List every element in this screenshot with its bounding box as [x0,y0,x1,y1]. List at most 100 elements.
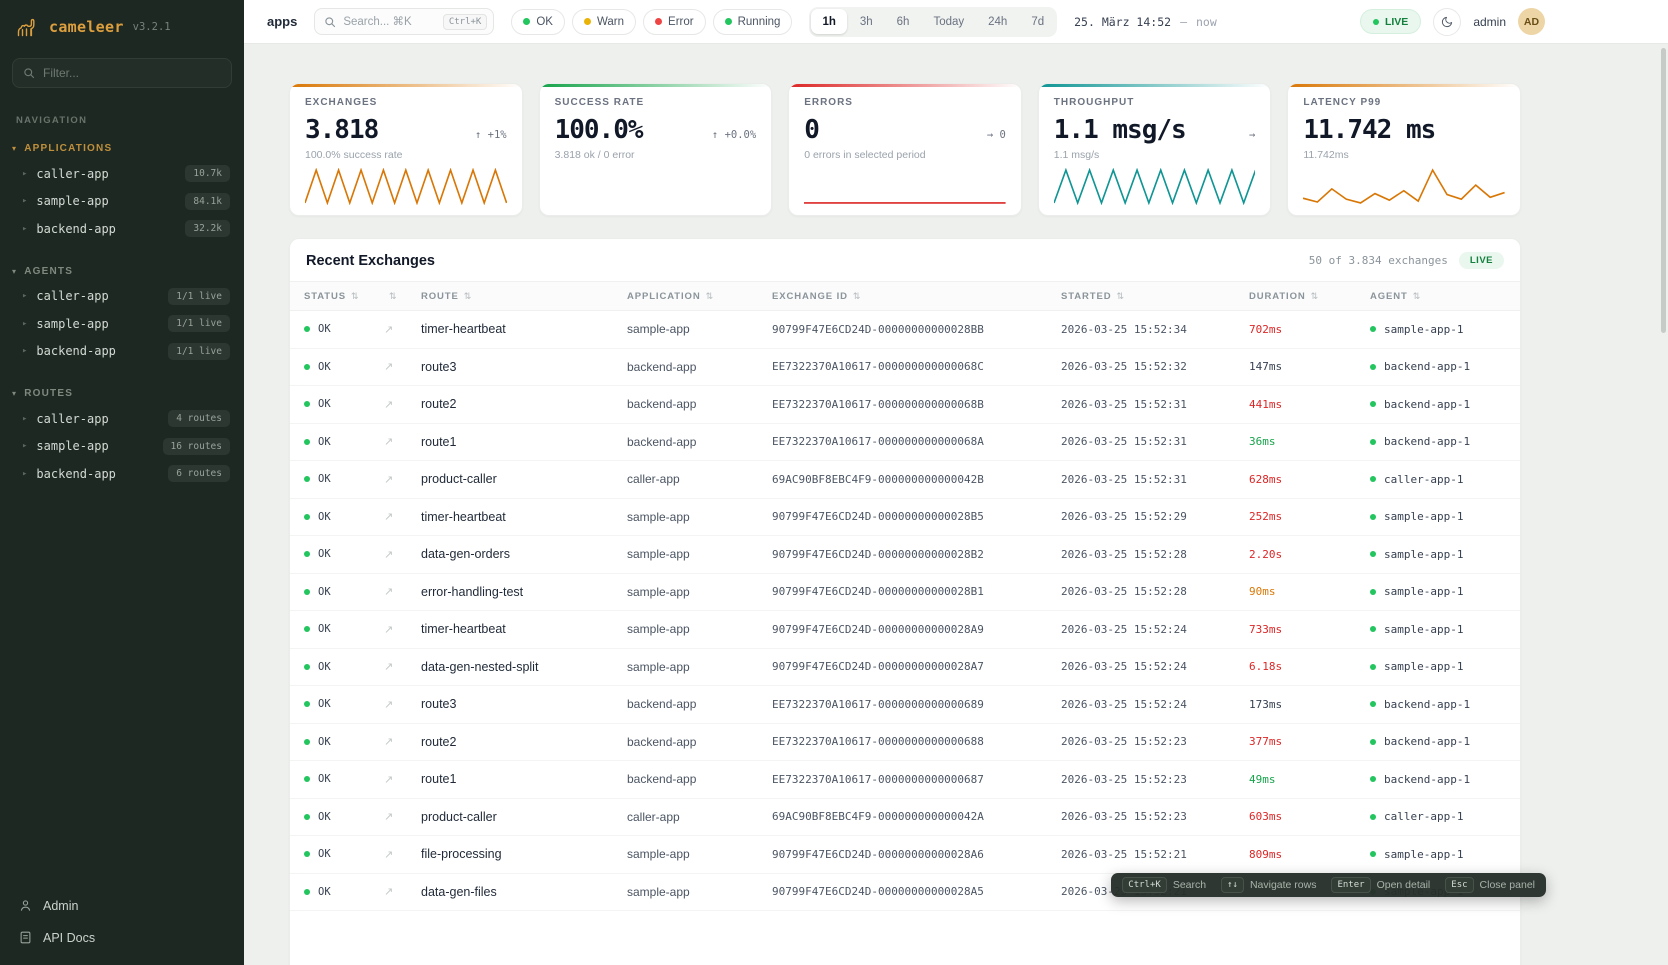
table-row[interactable]: OK ↗ data-gen-orders sample-app 90799F47… [290,536,1520,574]
live-toggle[interactable]: LIVE [1360,9,1421,34]
table-row[interactable]: OK ↗ route2 backend-app EE7322370A10617-… [290,724,1520,762]
open-detail-icon[interactable]: ↗ [384,435,421,448]
open-detail-icon[interactable]: ↗ [384,585,421,598]
route-cell: data-gen-orders [421,547,627,561]
table-row[interactable]: OK ↗ error-handling-test sample-app 9079… [290,574,1520,612]
table-row[interactable]: OK ↗ route1 backend-app EE7322370A10617-… [290,761,1520,799]
sidebar-filter[interactable] [12,58,232,88]
table-row[interactable]: OK ↗ timer-heartbeat sample-app 90799F47… [290,499,1520,537]
agent-label: sample-app-1 [1384,660,1463,673]
column-header[interactable]: ROUTE ⇅ [421,291,627,302]
sidebar-item[interactable]: ▸ sample-app 16 routes [0,433,244,461]
time-range-display[interactable]: 25. März 14:52 — now [1074,15,1217,29]
status-filter-chip[interactable]: Error [643,9,706,35]
sidebar-item[interactable]: ▸ caller-app 1/1 live [0,283,244,311]
sidebar-section: ▾ ROUTES ▸ caller-app 4 routes ▸ sample-… [0,381,244,488]
route-cell: route3 [421,697,627,711]
open-detail-icon[interactable]: ↗ [384,398,421,411]
hint-label: Close panel [1480,879,1535,891]
scrollbar[interactable] [1661,48,1666,333]
range-button[interactable]: 24h [977,9,1018,34]
column-header[interactable]: AGENT ⇅ [1370,291,1520,302]
agent-cell: backend-app-1 [1370,435,1520,448]
status-label: OK [318,473,331,485]
table-row[interactable]: OK ↗ data-gen-nested-split sample-app 90… [290,649,1520,687]
keyboard-hints-bar: Ctrl+K Search ↑↓ Navigate rows Enter Ope… [1111,873,1546,897]
open-detail-icon[interactable]: ↗ [384,623,421,636]
table-row[interactable]: OK ↗ product-caller caller-app 69AC90BF8… [290,799,1520,837]
main-area: apps Ctrl+K OK Warn Error Running [244,0,1668,965]
column-header[interactable]: EXCHANGE ID ⇅ [772,291,1061,302]
open-detail-icon[interactable]: ↗ [384,848,421,861]
stat-delta: → 0 [987,129,1006,141]
range-button[interactable]: 7d [1020,9,1055,34]
open-detail-icon[interactable]: ↗ [384,473,421,486]
column-label: STARTED [1061,291,1111,302]
sidebar-item[interactable]: ▸ sample-app 1/1 live [0,310,244,338]
table-row[interactable]: OK ↗ route3 backend-app EE7322370A10617-… [290,349,1520,387]
table-row[interactable]: OK ↗ file-processing sample-app 90799F47… [290,836,1520,874]
table-row[interactable]: OK ↗ route1 backend-app EE7322370A10617-… [290,424,1520,462]
sidebar-section-header[interactable]: ▾ APPLICATIONS [0,136,244,160]
sidebar-item[interactable]: ▸ caller-app 10.7k [0,160,244,188]
range-button[interactable]: 6h [886,9,921,34]
table-row[interactable]: OK ↗ route2 backend-app EE7322370A10617-… [290,386,1520,424]
open-detail-icon[interactable]: ↗ [384,698,421,711]
dark-mode-toggle[interactable] [1433,8,1461,36]
chevron-right-icon: ▸ [22,441,27,451]
column-header[interactable]: DURATION ⇅ [1249,291,1370,302]
sidebar-item[interactable]: ▸ backend-app 6 routes [0,460,244,488]
range-button[interactable]: 1h [811,9,846,34]
open-detail-icon[interactable]: ↗ [384,360,421,373]
range-button[interactable]: 3h [849,9,884,34]
column-header[interactable]: STARTED ⇅ [1061,291,1249,302]
column-header[interactable]: APPLICATION ⇅ [627,291,772,302]
status-ok-dot [304,739,310,745]
filter-input[interactable] [43,66,221,80]
open-detail-icon[interactable]: ↗ [384,773,421,786]
status-filter-chip[interactable]: OK [511,9,565,35]
sidebar-item-admin[interactable]: Admin [18,898,226,913]
logo[interactable]: cameleer v3.2.1 [0,0,244,52]
sidebar-item[interactable]: ▸ backend-app 1/1 live [0,338,244,366]
chevron-down-icon: ▾ [12,389,17,398]
sidebar-item[interactable]: ▸ sample-app 84.1k [0,188,244,216]
time-range-segmented: 1h 3h 6h Today 24h 7d [809,7,1057,37]
sidebar-item[interactable]: ▸ backend-app 32.2k [0,215,244,243]
global-search[interactable]: Ctrl+K [314,8,494,35]
sidebar-item-api-docs[interactable]: API Docs [18,930,226,945]
sidebar-item[interactable]: ▸ caller-app 4 routes [0,405,244,433]
stat-value: 11.742 ms [1303,115,1435,145]
status-cell: OK [304,473,384,485]
avatar[interactable]: AD [1518,8,1545,35]
chevron-right-icon: ▸ [22,196,27,206]
status-ok-dot [304,664,310,670]
sidebar-section-header[interactable]: ▾ AGENTS [0,259,244,283]
table-row[interactable]: OK ↗ timer-heartbeat sample-app 90799F47… [290,311,1520,349]
live-badge: LIVE [1459,252,1504,269]
open-detail-icon[interactable]: ↗ [384,660,421,673]
agent-label: backend-app-1 [1384,360,1470,373]
agent-label: sample-app-1 [1384,548,1463,561]
search-input[interactable] [343,16,435,28]
open-detail-icon[interactable]: ↗ [384,510,421,523]
open-detail-icon[interactable]: ↗ [384,810,421,823]
sidebar-section-header[interactable]: ▾ ROUTES [0,381,244,405]
column-header[interactable]: STATUS ⇅ [304,291,384,302]
status-ok-dot [304,701,310,707]
open-detail-icon[interactable]: ↗ [384,548,421,561]
status-filter-chip[interactable]: Running [713,9,793,35]
status-filter-chip[interactable]: Warn [572,9,636,35]
range-button[interactable]: Today [922,9,975,34]
column-header[interactable]: ⇅ [384,291,421,302]
table-row[interactable]: OK ↗ route3 backend-app EE7322370A10617-… [290,686,1520,724]
exchange-id-cell: 69AC90BF8EBC4F9-000000000000042A [772,810,1061,823]
duration-cell: 377ms [1249,735,1370,748]
table-row[interactable]: OK ↗ product-caller caller-app 69AC90BF8… [290,461,1520,499]
application-cell: sample-app [627,847,772,861]
application-cell: sample-app [627,547,772,561]
open-detail-icon[interactable]: ↗ [384,735,421,748]
open-detail-icon[interactable]: ↗ [384,885,421,898]
open-detail-icon[interactable]: ↗ [384,323,421,336]
table-row[interactable]: OK ↗ timer-heartbeat sample-app 90799F47… [290,611,1520,649]
